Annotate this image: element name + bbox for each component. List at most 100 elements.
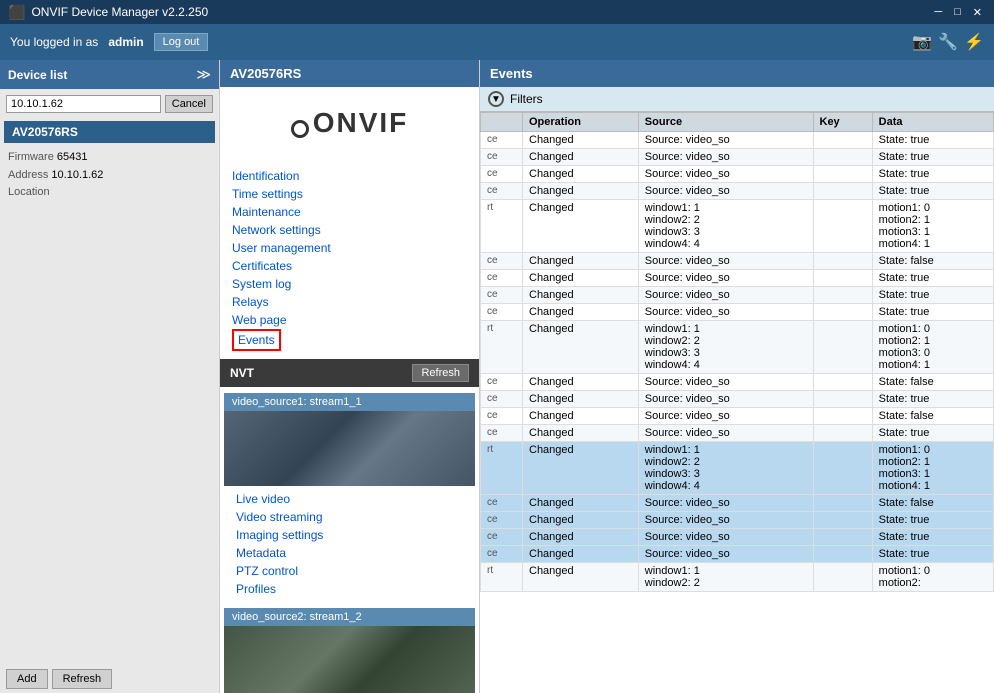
stream-name-2: video_source2: stream1_2 — [232, 611, 362, 623]
nvt-label: NVT — [230, 366, 254, 380]
op-prefix-cell: rt — [481, 321, 523, 374]
maximize-button[interactable]: □ — [950, 6, 965, 19]
op-prefix-cell: rt — [481, 563, 523, 592]
operation-cell: Changed — [523, 149, 639, 166]
op-prefix-cell: rt — [481, 200, 523, 253]
nvt-refresh-button[interactable]: Refresh — [412, 364, 469, 382]
events-panel: Events ▼ Filters Operation Source Key Da… — [480, 60, 994, 693]
table-row[interactable]: ceChangedSource: video_soState: false — [481, 495, 994, 512]
source-cell: window1: 1 window2: 2 window3: 3 window4… — [638, 321, 813, 374]
table-row[interactable]: ceChangedSource: video_soState: true — [481, 391, 994, 408]
table-row[interactable]: ceChangedSource: video_soState: false — [481, 374, 994, 391]
key-cell — [813, 391, 872, 408]
close-button[interactable]: ✕ — [969, 6, 986, 19]
data-cell: State: true — [872, 183, 993, 200]
cancel-button[interactable]: Cancel — [165, 95, 213, 113]
table-row[interactable]: ceChangedSource: video_soState: true — [481, 546, 994, 563]
source-cell: Source: video_so — [638, 270, 813, 287]
nvt-section: NVT Refresh — [220, 359, 479, 387]
menu-identification[interactable]: Identification — [232, 167, 467, 185]
key-cell — [813, 563, 872, 592]
menu-relays[interactable]: Relays — [232, 293, 467, 311]
source-cell: Source: video_so — [638, 132, 813, 149]
data-cell: motion1: 0 motion2: — [872, 563, 993, 592]
stream-section-1: video_source1: stream1_1 Live video Vide… — [224, 393, 475, 602]
table-row[interactable]: ceChangedSource: video_soState: true — [481, 270, 994, 287]
op-prefix-cell: ce — [481, 304, 523, 321]
op-prefix-cell: ce — [481, 287, 523, 304]
table-row[interactable]: ceChangedSource: video_soState: true — [481, 529, 994, 546]
collapse-button[interactable]: ≫ — [196, 66, 211, 83]
key-cell — [813, 374, 872, 391]
operation-cell: Changed — [523, 512, 639, 529]
table-row[interactable]: ceChangedSource: video_soState: true — [481, 149, 994, 166]
source-cell: Source: video_so — [638, 253, 813, 270]
tools-icon[interactable]: 🔧 — [938, 32, 958, 52]
data-cell: State: true — [872, 546, 993, 563]
minimize-button[interactable]: ─ — [930, 6, 946, 19]
operation-cell: Changed — [523, 425, 639, 442]
table-row[interactable]: rtChangedwindow1: 1 window2: 2 window3: … — [481, 321, 994, 374]
key-cell — [813, 425, 872, 442]
operation-cell: Changed — [523, 200, 639, 253]
menu-network-settings[interactable]: Network settings — [232, 221, 467, 239]
table-row[interactable]: ceChangedSource: video_soState: false — [481, 253, 994, 270]
operation-cell: Changed — [523, 495, 639, 512]
table-row[interactable]: ceChangedSource: video_soState: true — [481, 132, 994, 149]
table-row[interactable]: ceChangedSource: video_soState: true — [481, 304, 994, 321]
key-cell — [813, 408, 872, 425]
stream1-ptz-control[interactable]: PTZ control — [236, 562, 463, 580]
logout-button[interactable]: Log out — [154, 33, 209, 51]
table-row[interactable]: rtChangedwindow1: 1 window2: 2motion1: 0… — [481, 563, 994, 592]
table-row[interactable]: ceChangedSource: video_soState: false — [481, 408, 994, 425]
stream-header-2: video_source2: stream1_2 — [224, 608, 475, 626]
op-prefix-cell: ce — [481, 132, 523, 149]
data-cell: motion1: 0 motion2: 1 motion3: 0 motion4… — [872, 321, 993, 374]
refresh-devices-button[interactable]: Refresh — [52, 669, 113, 689]
op-prefix-cell: ce — [481, 270, 523, 287]
menu-events[interactable]: Events — [232, 329, 281, 351]
stream1-profiles[interactable]: Profiles — [236, 580, 463, 598]
source-cell: Source: video_so — [638, 425, 813, 442]
table-row[interactable]: ceChangedSource: video_soState: true — [481, 287, 994, 304]
col-key: Key — [813, 113, 872, 132]
operation-cell: Changed — [523, 408, 639, 425]
stream-header-1: video_source1: stream1_1 — [224, 393, 475, 411]
menu-web-page[interactable]: Web page — [232, 311, 467, 329]
stream1-imaging-settings[interactable]: Imaging settings — [236, 526, 463, 544]
search-input[interactable] — [6, 95, 161, 113]
device-item[interactable]: AV20576RS — [4, 121, 215, 143]
stream1-metadata[interactable]: Metadata — [236, 544, 463, 562]
table-row[interactable]: ceChangedSource: video_soState: true — [481, 512, 994, 529]
data-cell: State: true — [872, 287, 993, 304]
operation-cell: Changed — [523, 321, 639, 374]
source-cell: Source: video_so — [638, 546, 813, 563]
table-row[interactable]: rtChangedwindow1: 1 window2: 2 window3: … — [481, 200, 994, 253]
table-row[interactable]: rtChangedwindow1: 1 window2: 2 window3: … — [481, 442, 994, 495]
menu-user-management[interactable]: User management — [232, 239, 467, 257]
add-device-button[interactable]: Add — [6, 669, 48, 689]
onvif-brand: ONVIF — [313, 107, 409, 138]
camera-icon[interactable]: 📷 — [912, 32, 932, 52]
source-cell: Source: video_so — [638, 287, 813, 304]
table-row[interactable]: ceChangedSource: video_soState: true — [481, 166, 994, 183]
menu-maintenance[interactable]: Maintenance — [232, 203, 467, 221]
stream1-live-video[interactable]: Live video — [236, 490, 463, 508]
operation-cell: Changed — [523, 563, 639, 592]
operation-cell: Changed — [523, 442, 639, 495]
onvif-circle-icon — [291, 120, 309, 138]
menu-certificates[interactable]: Certificates — [232, 257, 467, 275]
admin-username: admin — [108, 35, 143, 49]
events-table: Operation Source Key Data ceChangedSourc… — [480, 112, 994, 693]
data-cell: State: false — [872, 408, 993, 425]
stream1-video-streaming[interactable]: Video streaming — [236, 508, 463, 526]
data-cell: State: true — [872, 166, 993, 183]
operation-cell: Changed — [523, 374, 639, 391]
menu-system-log[interactable]: System log — [232, 275, 467, 293]
table-row[interactable]: ceChangedSource: video_soState: true — [481, 425, 994, 442]
menu-time-settings[interactable]: Time settings — [232, 185, 467, 203]
table-row[interactable]: ceChangedSource: video_soState: true — [481, 183, 994, 200]
power-icon[interactable]: ⚡ — [964, 32, 984, 52]
operation-cell: Changed — [523, 304, 639, 321]
filter-toggle[interactable]: ▼ — [488, 91, 504, 107]
